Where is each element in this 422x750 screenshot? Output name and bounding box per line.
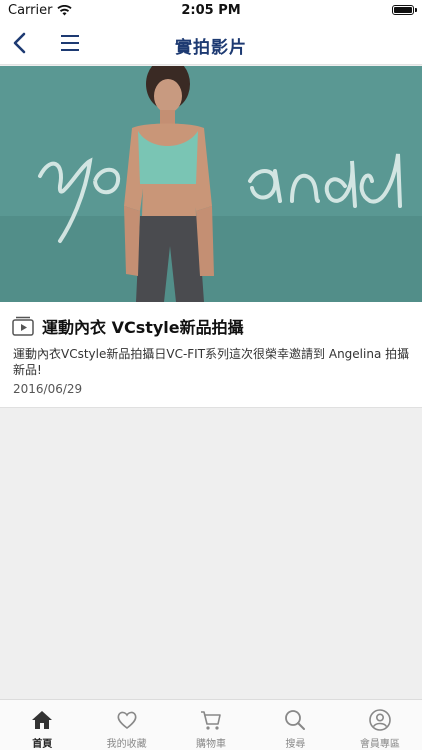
tab-member[interactable]: 會員專區 [338,700,422,750]
status-right [392,5,417,15]
tab-search[interactable]: 搜尋 [253,700,337,750]
home-icon [32,711,53,729]
video-icon [12,316,34,336]
video-thumbnail[interactable] [0,66,422,302]
user-icon [369,709,391,731]
tab-label: 搜尋 [285,739,306,750]
tab-label: 購物車 [196,739,227,750]
page-title: 實拍影片 [175,38,247,58]
tab-favorites[interactable]: 我的收藏 [84,700,168,750]
battery-icon [392,5,417,15]
cart-icon [201,711,221,730]
tab-cart[interactable]: 購物車 [169,700,253,750]
tab-home[interactable]: 首頁 [0,700,84,750]
status-time: 2:05 PM [181,3,241,18]
video-description: 運動內衣VCstyle新品拍攝日VC-FIT系列這次很榮幸邀請到 Angelin… [13,347,410,377]
thumbnail-illustration [0,66,422,302]
heart-icon [117,711,137,730]
video-title[interactable]: 運動內衣 VCstyle新品拍攝 [42,314,244,338]
tab-label: 首頁 [32,739,53,750]
tab-label: 會員專區 [359,739,400,750]
tab-label: 我的收藏 [106,739,147,750]
video-date: 2016/06/29 [13,382,83,396]
status-bar: Carrier 2:05 PM [0,0,422,22]
tab-bar: 首頁 我的收藏 購物車 搜尋 會員專區 [0,699,422,750]
video-card[interactable]: 運動內衣 VCstyle新品拍攝 運動內衣VCstyle新品拍攝日VC-FIT系… [0,66,422,408]
video-title-row: 運動內衣 VCstyle新品拍攝 [12,314,244,338]
search-icon [285,710,306,730]
nav-bar: 實拍影片 [0,22,422,65]
